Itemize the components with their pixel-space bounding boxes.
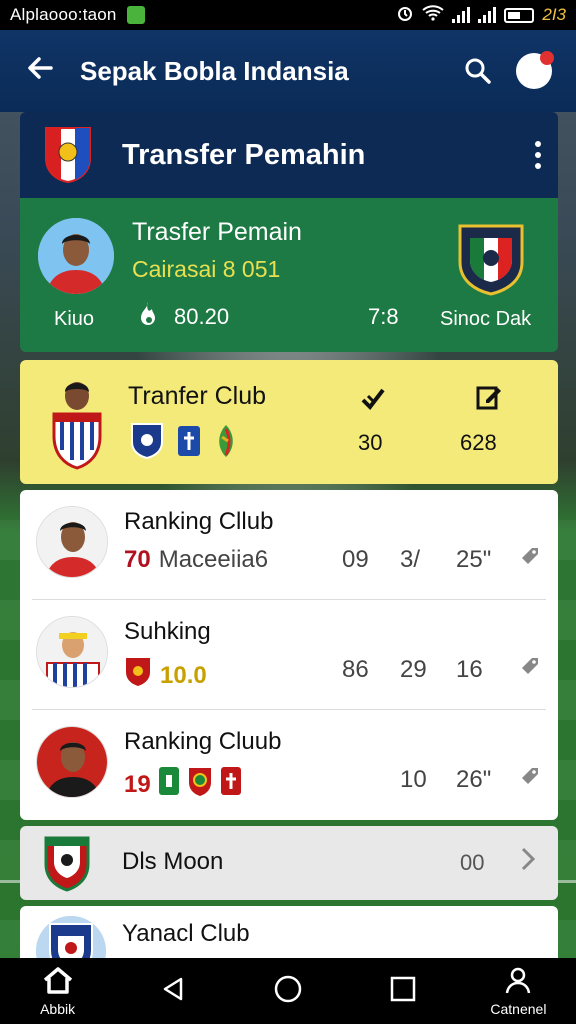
- status-bar: Alplaooo:taon 2I3: [0, 0, 576, 30]
- red-badge-icon: [220, 767, 241, 802]
- nav-profile-label: Catnenel: [490, 1000, 547, 1017]
- nav-home[interactable]: Abbik: [0, 958, 115, 1024]
- ranking-code: 70: [124, 546, 151, 573]
- stat-value: 16: [456, 656, 483, 683]
- section-header: Transfer Pemahin: [20, 112, 558, 198]
- stat-value: 29: [400, 656, 427, 683]
- signal-icon: [452, 7, 471, 23]
- player-avatar: [36, 506, 108, 578]
- club-transfer-value-one: 30: [358, 430, 383, 455]
- list-item[interactable]: Ranking Cllub 70 Maceeiia6 09 3/ 25": [32, 490, 546, 600]
- list-item[interactable]: Ranking Cluub 19 10 26": [32, 710, 546, 820]
- club-transfer-card[interactable]: Tranfer Club 30 628: [20, 360, 558, 484]
- player-avatar: [38, 218, 114, 294]
- club-row[interactable]: Dls Moon 00: [20, 826, 558, 900]
- club-crest-icon: [44, 126, 92, 184]
- club-transfer-value-two: 628: [460, 430, 497, 455]
- battery-icon: [504, 7, 535, 23]
- leaf-crest-icon: [214, 423, 238, 464]
- stat-value: 86: [342, 656, 369, 683]
- club-value: 00: [460, 850, 485, 875]
- nav-recents[interactable]: [346, 958, 461, 1024]
- club-badge-group: [130, 422, 238, 465]
- club-name: Yanacl Club: [122, 920, 250, 947]
- player-avatar: [50, 380, 104, 470]
- ranking-name: Ranking Cluub: [124, 728, 282, 755]
- profile-icon: [504, 966, 532, 999]
- clock: 2I3: [542, 5, 566, 24]
- club-crest-icon: [44, 834, 90, 897]
- player-avatar: [36, 616, 108, 688]
- ranking-badge: 70 Maceeiia6: [124, 546, 268, 574]
- flame-icon: [134, 300, 160, 335]
- wifi-icon: [422, 4, 444, 26]
- red-shield-icon: [124, 656, 152, 695]
- home-circle-icon: [273, 974, 303, 1009]
- club-transfer-title: Tranfer Club: [128, 382, 267, 410]
- stat-value: 3/: [400, 546, 421, 573]
- alarm-icon: [396, 4, 414, 27]
- main-content: Transfer Pemahin Trasfer Pemain Cairasai…: [20, 112, 558, 976]
- stat-value: 09: [342, 546, 369, 573]
- chevron-right-icon[interactable]: [520, 846, 536, 879]
- ranking-score: 10.0: [160, 661, 207, 689]
- featured-value-two: 7:8: [368, 304, 399, 329]
- list-item[interactable]: Suhking 10.0 86 29 16: [32, 600, 546, 710]
- ranking-name: Suhking: [124, 618, 211, 645]
- ranking-badge: 10.0: [124, 656, 207, 695]
- carrier-text: Alplaooo:taon: [10, 5, 117, 24]
- bottom-navigation: Abbik Catnenel: [0, 958, 576, 1024]
- ranking-sub: Maceeiia6: [158, 546, 269, 573]
- club-badge-icon: [456, 220, 526, 301]
- recents-square-icon: [389, 975, 417, 1008]
- section-title: Transfer Pemahin: [122, 138, 366, 171]
- ranking-score: 19: [124, 770, 151, 798]
- check-icon[interactable]: [360, 386, 386, 419]
- featured-transfer-card[interactable]: Trasfer Pemain Cairasai 8 051 Kiuo 80.20…: [20, 198, 558, 352]
- stat-value: 26": [456, 766, 492, 793]
- cross-badge-icon: [178, 426, 200, 461]
- tag-icon[interactable]: [518, 654, 542, 683]
- edit-icon[interactable]: [476, 384, 502, 415]
- tag-icon[interactable]: [518, 544, 542, 573]
- ranking-badge: 19: [124, 766, 241, 803]
- ranking-name: Ranking Cllub: [124, 508, 274, 535]
- notification-app-icon: [126, 6, 145, 24]
- home-icon: [42, 966, 74, 999]
- featured-club-label: Sinoc Dak: [440, 308, 532, 330]
- nav-home-circle[interactable]: [230, 958, 345, 1024]
- profile-avatar[interactable]: [516, 51, 554, 89]
- app-title: Sepak Bobla Indansia: [80, 55, 349, 86]
- stat-value: 25": [456, 546, 492, 573]
- back-arrow-icon[interactable]: [0, 53, 80, 89]
- club-name: Dls Moon: [122, 848, 224, 875]
- blue-shield-icon: [130, 422, 164, 465]
- nav-home-label: Abbik: [40, 1000, 76, 1017]
- featured-title: Trasfer Pemain: [132, 218, 302, 246]
- green-badge-icon: [158, 767, 179, 802]
- more-options-icon[interactable]: [518, 141, 558, 169]
- ranking-list: Ranking Cllub 70 Maceeiia6 09 3/ 25" Suh…: [20, 490, 558, 820]
- featured-subtitle: Cairasai 8 051: [132, 256, 281, 282]
- nav-back[interactable]: [115, 958, 230, 1024]
- nav-profile[interactable]: Catnenel: [461, 958, 576, 1024]
- featured-left-label: Kiuo: [54, 308, 95, 330]
- round-crest-icon: [187, 766, 213, 803]
- signal-icon-2: [478, 7, 497, 23]
- featured-value-one: 80.20: [174, 304, 230, 329]
- app-bar: Sepak Bobla Indansia: [0, 30, 576, 112]
- search-icon[interactable]: [450, 57, 506, 85]
- back-triangle-icon: [159, 975, 187, 1008]
- tag-icon[interactable]: [518, 764, 542, 793]
- stat-value: 10: [400, 766, 427, 793]
- player-avatar: [36, 726, 108, 798]
